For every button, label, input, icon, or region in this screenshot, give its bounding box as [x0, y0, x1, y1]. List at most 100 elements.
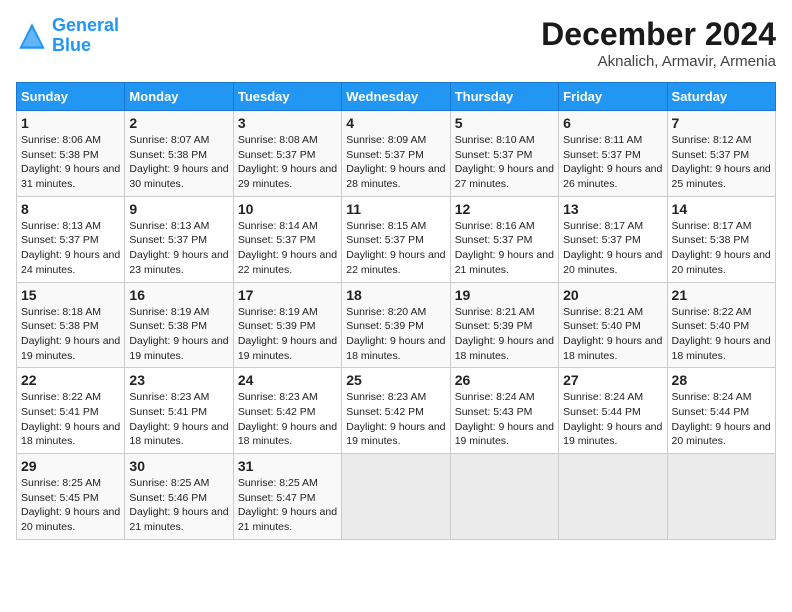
daylight: Daylight: 9 hours and 18 minutes. — [672, 335, 771, 362]
calendar-cell: 18 Sunrise: 8:20 AM Sunset: 5:39 PM Dayl… — [342, 282, 450, 368]
sunset: Sunset: 5:37 PM — [346, 149, 424, 161]
sunrise: Sunrise: 8:20 AM — [346, 306, 426, 318]
cell-content: Sunrise: 8:07 AM Sunset: 5:38 PM Dayligh… — [129, 133, 228, 192]
sunrise: Sunrise: 8:23 AM — [129, 391, 209, 403]
cell-content: Sunrise: 8:14 AM Sunset: 5:37 PM Dayligh… — [238, 219, 337, 278]
cell-content: Sunrise: 8:19 AM Sunset: 5:39 PM Dayligh… — [238, 305, 337, 364]
sunrise: Sunrise: 8:22 AM — [672, 306, 752, 318]
sunrise: Sunrise: 8:14 AM — [238, 220, 318, 232]
sunset: Sunset: 5:37 PM — [563, 234, 641, 246]
cell-content: Sunrise: 8:12 AM Sunset: 5:37 PM Dayligh… — [672, 133, 771, 192]
sunset: Sunset: 5:44 PM — [563, 406, 641, 418]
logo-text: General Blue — [52, 16, 119, 56]
day-number: 13 — [563, 201, 662, 217]
cell-content: Sunrise: 8:22 AM Sunset: 5:40 PM Dayligh… — [672, 305, 771, 364]
sunset: Sunset: 5:39 PM — [346, 320, 424, 332]
daylight: Daylight: 9 hours and 28 minutes. — [346, 163, 445, 190]
col-monday: Monday — [125, 83, 233, 111]
cell-content: Sunrise: 8:25 AM Sunset: 5:45 PM Dayligh… — [21, 476, 120, 535]
day-number: 31 — [238, 458, 337, 474]
col-friday: Friday — [559, 83, 667, 111]
sunset: Sunset: 5:45 PM — [21, 492, 99, 504]
sunset: Sunset: 5:44 PM — [672, 406, 750, 418]
day-number: 18 — [346, 287, 445, 303]
title-block: December 2024 Aknalich, Armavir, Armenia — [541, 16, 776, 70]
sunrise: Sunrise: 8:16 AM — [455, 220, 535, 232]
calendar-cell: 16 Sunrise: 8:19 AM Sunset: 5:38 PM Dayl… — [125, 282, 233, 368]
daylight: Daylight: 9 hours and 19 minutes. — [346, 421, 445, 448]
page-header: General Blue December 2024 Aknalich, Arm… — [16, 16, 776, 70]
calendar-cell: 31 Sunrise: 8:25 AM Sunset: 5:47 PM Dayl… — [233, 454, 341, 540]
daylight: Daylight: 9 hours and 23 minutes. — [129, 249, 228, 276]
daylight: Daylight: 9 hours and 21 minutes. — [238, 506, 337, 533]
daylight: Daylight: 9 hours and 18 minutes. — [455, 335, 554, 362]
day-number: 28 — [672, 372, 771, 388]
sunset: Sunset: 5:37 PM — [563, 149, 641, 161]
day-number: 9 — [129, 201, 228, 217]
day-number: 24 — [238, 372, 337, 388]
logo: General Blue — [16, 16, 119, 56]
sunset: Sunset: 5:37 PM — [672, 149, 750, 161]
calendar-week-3: 15 Sunrise: 8:18 AM Sunset: 5:38 PM Dayl… — [17, 282, 776, 368]
cell-content: Sunrise: 8:21 AM Sunset: 5:39 PM Dayligh… — [455, 305, 554, 364]
sunset: Sunset: 5:37 PM — [129, 234, 207, 246]
sunset: Sunset: 5:42 PM — [346, 406, 424, 418]
calendar-cell: 1 Sunrise: 8:06 AM Sunset: 5:38 PM Dayli… — [17, 111, 125, 197]
cell-content: Sunrise: 8:08 AM Sunset: 5:37 PM Dayligh… — [238, 133, 337, 192]
sunrise: Sunrise: 8:18 AM — [21, 306, 101, 318]
sunrise: Sunrise: 8:19 AM — [238, 306, 318, 318]
main-title: December 2024 — [541, 16, 776, 53]
sunrise: Sunrise: 8:12 AM — [672, 134, 752, 146]
calendar-cell: 21 Sunrise: 8:22 AM Sunset: 5:40 PM Dayl… — [667, 282, 775, 368]
sunset: Sunset: 5:37 PM — [455, 234, 533, 246]
calendar-cell: 27 Sunrise: 8:24 AM Sunset: 5:44 PM Dayl… — [559, 368, 667, 454]
cell-content: Sunrise: 8:23 AM Sunset: 5:42 PM Dayligh… — [346, 390, 445, 449]
calendar-cell: 24 Sunrise: 8:23 AM Sunset: 5:42 PM Dayl… — [233, 368, 341, 454]
daylight: Daylight: 9 hours and 22 minutes. — [238, 249, 337, 276]
calendar-cell: 22 Sunrise: 8:22 AM Sunset: 5:41 PM Dayl… — [17, 368, 125, 454]
calendar-cell: 3 Sunrise: 8:08 AM Sunset: 5:37 PM Dayli… — [233, 111, 341, 197]
cell-content: Sunrise: 8:17 AM Sunset: 5:37 PM Dayligh… — [563, 219, 662, 278]
calendar-cell: 4 Sunrise: 8:09 AM Sunset: 5:37 PM Dayli… — [342, 111, 450, 197]
sunrise: Sunrise: 8:21 AM — [563, 306, 643, 318]
sunrise: Sunrise: 8:10 AM — [455, 134, 535, 146]
daylight: Daylight: 9 hours and 19 minutes. — [563, 421, 662, 448]
cell-content: Sunrise: 8:06 AM Sunset: 5:38 PM Dayligh… — [21, 133, 120, 192]
sunset: Sunset: 5:43 PM — [455, 406, 533, 418]
sunrise: Sunrise: 8:07 AM — [129, 134, 209, 146]
sunrise: Sunrise: 8:13 AM — [21, 220, 101, 232]
day-number: 2 — [129, 115, 228, 131]
daylight: Daylight: 9 hours and 30 minutes. — [129, 163, 228, 190]
daylight: Daylight: 9 hours and 27 minutes. — [455, 163, 554, 190]
daylight: Daylight: 9 hours and 21 minutes. — [455, 249, 554, 276]
daylight: Daylight: 9 hours and 20 minutes. — [21, 506, 120, 533]
day-number: 4 — [346, 115, 445, 131]
col-saturday: Saturday — [667, 83, 775, 111]
sunrise: Sunrise: 8:19 AM — [129, 306, 209, 318]
sunrise: Sunrise: 8:13 AM — [129, 220, 209, 232]
day-number: 6 — [563, 115, 662, 131]
day-number: 8 — [21, 201, 120, 217]
day-number: 10 — [238, 201, 337, 217]
sunset: Sunset: 5:39 PM — [455, 320, 533, 332]
calendar-cell: 8 Sunrise: 8:13 AM Sunset: 5:37 PM Dayli… — [17, 196, 125, 282]
daylight: Daylight: 9 hours and 31 minutes. — [21, 163, 120, 190]
calendar-week-2: 8 Sunrise: 8:13 AM Sunset: 5:37 PM Dayli… — [17, 196, 776, 282]
calendar-cell: 5 Sunrise: 8:10 AM Sunset: 5:37 PM Dayli… — [450, 111, 558, 197]
sunrise: Sunrise: 8:24 AM — [672, 391, 752, 403]
calendar-cell: 7 Sunrise: 8:12 AM Sunset: 5:37 PM Dayli… — [667, 111, 775, 197]
calendar-cell: 14 Sunrise: 8:17 AM Sunset: 5:38 PM Dayl… — [667, 196, 775, 282]
day-number: 12 — [455, 201, 554, 217]
daylight: Daylight: 9 hours and 22 minutes. — [346, 249, 445, 276]
cell-content: Sunrise: 8:21 AM Sunset: 5:40 PM Dayligh… — [563, 305, 662, 364]
cell-content: Sunrise: 8:13 AM Sunset: 5:37 PM Dayligh… — [21, 219, 120, 278]
sunset: Sunset: 5:40 PM — [672, 320, 750, 332]
calendar-cell — [450, 454, 558, 540]
daylight: Daylight: 9 hours and 19 minutes. — [455, 421, 554, 448]
daylight: Daylight: 9 hours and 24 minutes. — [21, 249, 120, 276]
calendar-cell: 11 Sunrise: 8:15 AM Sunset: 5:37 PM Dayl… — [342, 196, 450, 282]
day-number: 22 — [21, 372, 120, 388]
calendar-cell: 9 Sunrise: 8:13 AM Sunset: 5:37 PM Dayli… — [125, 196, 233, 282]
cell-content: Sunrise: 8:17 AM Sunset: 5:38 PM Dayligh… — [672, 219, 771, 278]
cell-content: Sunrise: 8:11 AM Sunset: 5:37 PM Dayligh… — [563, 133, 662, 192]
